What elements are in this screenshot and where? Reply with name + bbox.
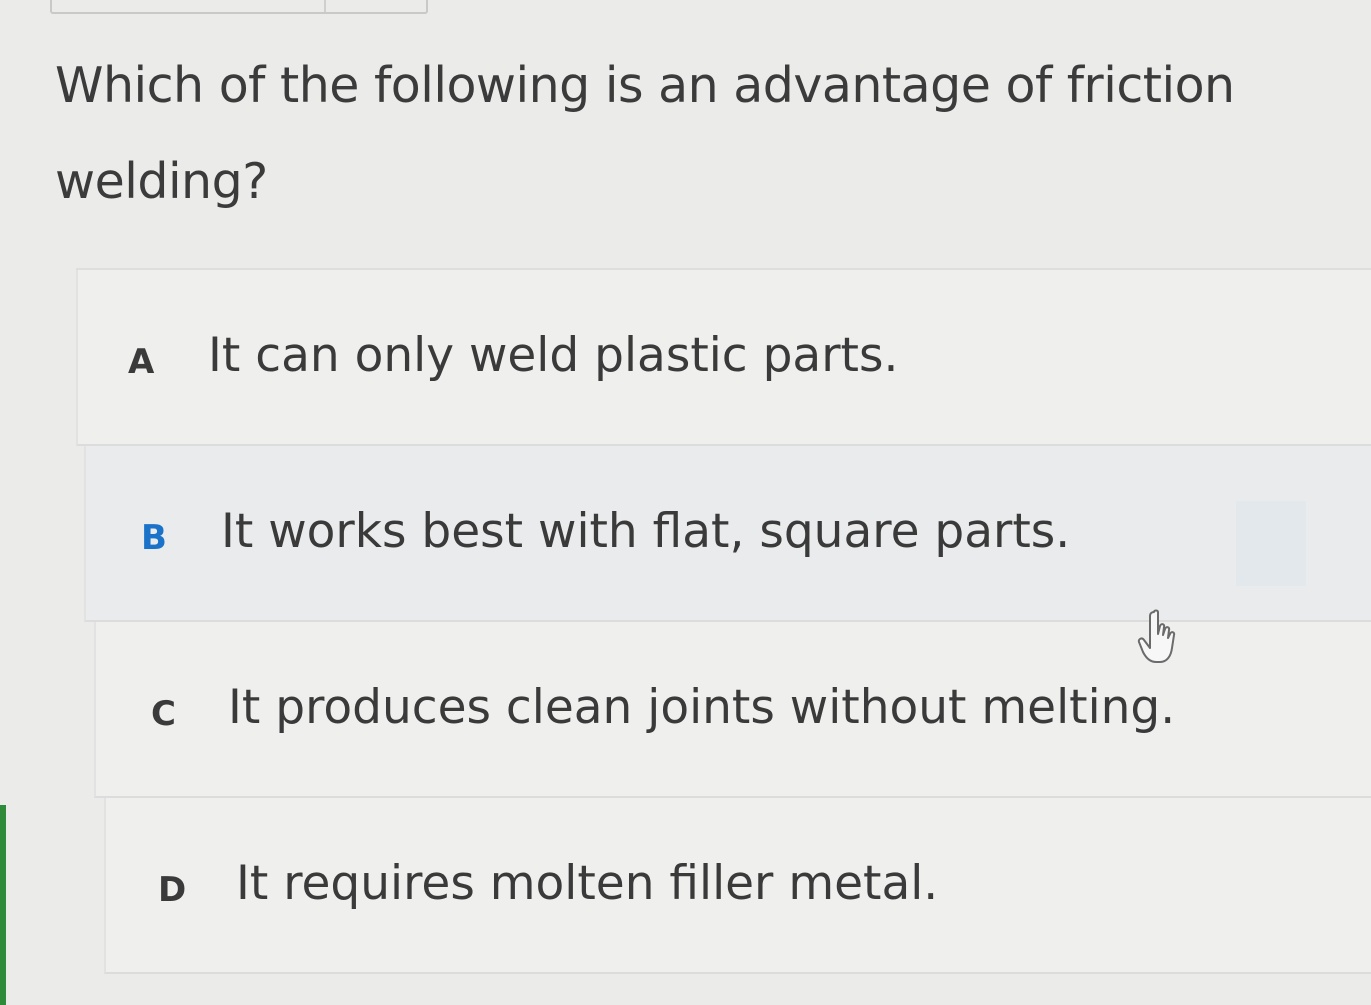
choice-a[interactable]: A It can only weld plastic parts. xyxy=(76,270,1371,446)
choice-b[interactable]: B It works best with flat, square parts. xyxy=(84,446,1371,622)
choice-text-b: It works best with flat, square parts. xyxy=(221,504,1071,559)
choice-text-a: It can only weld plastic parts. xyxy=(208,328,899,383)
question-text: Which of the following is an advantage o… xyxy=(55,57,1235,210)
choice-text-d: It requires molten filler metal. xyxy=(236,856,939,911)
choice-letter-d: D xyxy=(158,870,187,910)
window-edge-accent xyxy=(0,805,6,1005)
choice-letter-b: B xyxy=(141,518,167,558)
choice-b-hover-highlight xyxy=(1236,501,1306,586)
choice-d[interactable]: D It requires molten filler metal. xyxy=(104,798,1371,974)
choice-letter-a: A xyxy=(128,342,155,382)
top-tab-bar[interactable] xyxy=(50,0,428,14)
tab-divider xyxy=(324,0,326,12)
choice-text-c: It produces clean joints without melting… xyxy=(228,680,1176,735)
pointer-hand-icon xyxy=(1137,609,1176,663)
choice-letter-c: C xyxy=(151,694,176,734)
